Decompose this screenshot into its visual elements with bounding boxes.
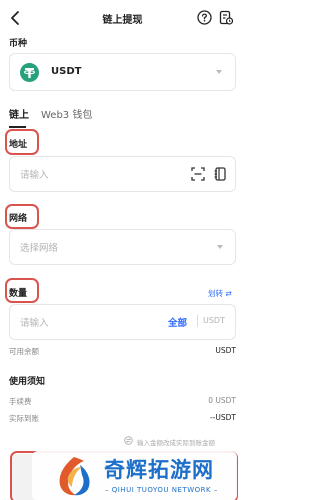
switch-amount-hint[interactable]: 输入金额改成实际到账金额 — [137, 437, 215, 447]
help-icon[interactable] — [197, 10, 212, 25]
divider — [197, 315, 198, 327]
fee-value: 0 USDT — [208, 396, 236, 405]
amount-input[interactable]: 请输入 全部 USDT — [9, 304, 236, 340]
amount-placeholder: 请输入 — [20, 318, 49, 329]
watermark-subtitle: – QIHUI TUOYOU NETWORK – — [105, 486, 218, 494]
available-balance-label: 可用余额 — [9, 347, 39, 356]
address-placeholder: 请输入 — [20, 170, 49, 181]
amount-unit: USDT — [203, 316, 225, 325]
tab-web3-wallet[interactable]: Web3 钱包 — [41, 106, 92, 121]
network-placeholder: 选择网络 — [20, 243, 59, 254]
scan-icon[interactable] — [191, 167, 205, 181]
amount-label: 数量 — [9, 289, 28, 299]
receive-label: 实际到账 — [9, 414, 39, 423]
available-balance-unit: USDT — [215, 346, 236, 355]
records-icon[interactable] — [219, 10, 233, 25]
watermark-title: 奇辉拓游网 — [104, 458, 214, 482]
address-book-icon[interactable] — [214, 167, 226, 181]
watermark-subtitle-text: QIHUI TUOYOU NETWORK — [111, 486, 212, 494]
currency-label: 币种 — [9, 39, 28, 49]
watermark-logo-icon — [59, 457, 90, 496]
network-label: 网络 — [9, 214, 28, 224]
currency-value: USDT — [51, 66, 82, 77]
currency-selector[interactable]: USDT — [9, 53, 236, 91]
watermark: 奇辉拓游网 – QIHUI TUOYOU NETWORK – — [32, 451, 237, 500]
all-button[interactable]: 全部 — [168, 315, 187, 329]
swap-icon — [124, 436, 133, 445]
tether-logo-icon — [20, 63, 39, 82]
active-tab-indicator — [9, 126, 26, 128]
receive-value: --USDT — [209, 413, 236, 422]
transfer-link[interactable]: 划转 ⇄ — [208, 288, 232, 299]
dropdown-caret-icon — [216, 70, 222, 74]
tab-onchain[interactable]: 链上 — [9, 106, 29, 121]
fee-label: 手续费 — [9, 397, 32, 406]
address-label: 地址 — [9, 140, 28, 150]
dropdown-caret-icon — [217, 245, 223, 249]
network-selector[interactable]: 选择网络 — [9, 229, 236, 265]
notice-title: 使用须知 — [9, 377, 46, 387]
address-input[interactable]: 请输入 — [9, 156, 236, 192]
